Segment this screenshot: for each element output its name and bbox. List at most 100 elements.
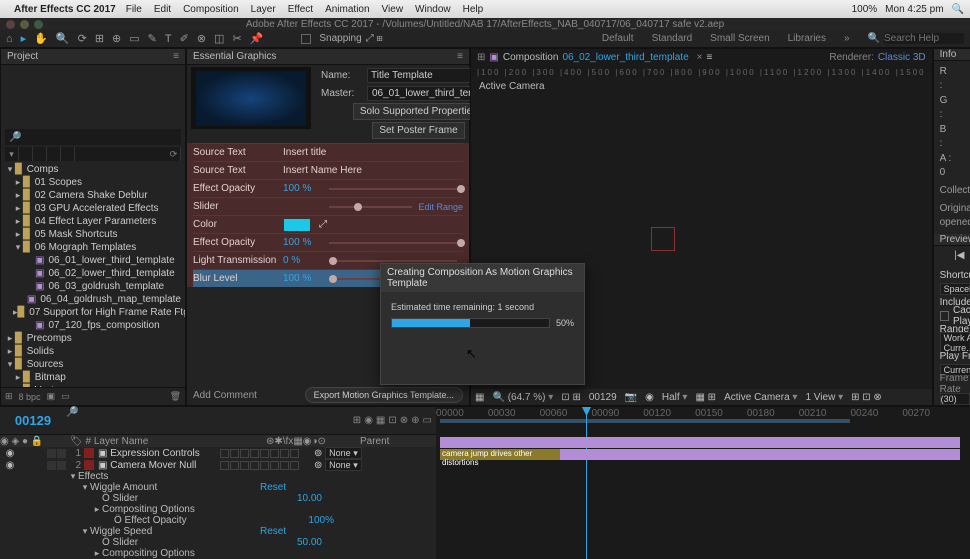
view-options-icon[interactable]: ▦ ⊞: [695, 392, 716, 403]
shape-tool-icon[interactable]: ▭: [129, 32, 139, 45]
menu-file[interactable]: File: [126, 4, 142, 15]
menu-layer[interactable]: Layer: [251, 4, 276, 15]
current-time-indicator[interactable]: [586, 407, 587, 559]
eg-add-comment[interactable]: Add Comment: [193, 390, 257, 401]
camera-tool-icon[interactable]: ⊞: [95, 32, 104, 45]
tree-item[interactable]: ▸▉Bitmap: [3, 371, 183, 384]
ws-libraries[interactable]: Libraries: [788, 33, 826, 44]
tree-item[interactable]: ▾▉Comps: [3, 163, 183, 176]
comp-tab-name[interactable]: 06_02_lower_third_template: [562, 52, 688, 63]
res-dropdown[interactable]: ⊡ ⊞: [561, 392, 581, 403]
ws-overflow-icon[interactable]: »: [844, 33, 850, 44]
timecode-display[interactable]: 00129: [589, 392, 617, 403]
eg-solo-button[interactable]: Solo Supported Properties: [353, 103, 484, 120]
rotate-tool-icon[interactable]: ⟳: [78, 32, 87, 45]
layer-marker[interactable]: camera jump drives other distortions: [440, 449, 560, 460]
flow-icon[interactable]: ⊞: [477, 52, 485, 63]
ws-standard[interactable]: Standard: [652, 33, 693, 44]
timeline-property-row[interactable]: Ö Slider10.00: [0, 493, 436, 504]
tree-item[interactable]: ▣06_02_lower_third_template: [3, 267, 183, 280]
search-icon[interactable]: 🔍: [952, 4, 964, 15]
tree-item[interactable]: ▣06_03_goldrush_template: [3, 280, 183, 293]
menu-animation[interactable]: Animation: [325, 4, 369, 15]
type-tool-icon[interactable]: T: [165, 33, 172, 45]
new-comp-icon[interactable]: ▣: [47, 391, 56, 402]
timeline-property-row[interactable]: ▾Effects: [0, 471, 436, 482]
view-icons[interactable]: ⊞ ⊡ ⊗: [851, 392, 882, 403]
close-tab-icon[interactable]: ×: [697, 52, 703, 63]
search-help-input[interactable]: [884, 33, 964, 44]
menu-help[interactable]: Help: [463, 4, 484, 15]
tree-item[interactable]: ▣06_04_goldrush_map_template: [3, 293, 183, 306]
framerate-input[interactable]: [940, 393, 970, 405]
zoom-dropdown[interactable]: 🔍 (64.7 %) ▾: [492, 392, 553, 403]
tree-item[interactable]: ▣07_120_fps_composition: [3, 319, 183, 332]
tree-item[interactable]: ▸▉02 Camera Shake Deblur: [3, 189, 183, 202]
eraser-tool-icon[interactable]: ◫: [214, 32, 224, 45]
timeline-layer-row[interactable]: ◉1▣ Expression Controls⊚ None ▾: [0, 447, 436, 459]
hand-tool-icon[interactable]: ✋: [34, 32, 48, 45]
tree-item[interactable]: ▸▉Solids: [3, 345, 183, 358]
interpret-icon[interactable]: ⊞: [5, 391, 13, 402]
menu-effect[interactable]: Effect: [288, 4, 313, 15]
snapshot-icon[interactable]: 📷: [625, 392, 637, 403]
zoom-tool-icon[interactable]: 🔍: [56, 32, 70, 45]
first-frame-icon[interactable]: |◀: [954, 250, 964, 261]
timeline-property-row[interactable]: ▸Compositing Options: [0, 548, 436, 559]
menu-window[interactable]: Window: [415, 4, 451, 15]
menu-edit[interactable]: Edit: [154, 4, 171, 15]
home-icon[interactable]: ⌂: [6, 33, 13, 45]
timeline-property-row[interactable]: ▾Wiggle AmountReset: [0, 482, 436, 493]
cache-checkbox[interactable]: [940, 311, 949, 321]
snapping-toggle[interactable]: Snapping ⤢ ⊞: [301, 33, 382, 44]
tree-item[interactable]: ▸▉04 Effect Layer Parameters: [3, 215, 183, 228]
project-filters[interactable]: ▾⟳: [5, 147, 181, 161]
menu-view[interactable]: View: [382, 4, 404, 15]
eg-property-row[interactable]: Effect Opacity100 %: [193, 179, 463, 197]
tree-item[interactable]: ▸▉01 Scopes: [3, 176, 183, 189]
pen-tool-icon[interactable]: ✎: [148, 32, 157, 45]
timeline-switches[interactable]: ⊞◉▦⊡⊗⊕▭: [316, 407, 436, 434]
timeline-property-row[interactable]: Ö Effect Opacity100%: [0, 515, 436, 526]
timeline-ruler[interactable]: 0000000030000600009000120001500018000210…: [436, 407, 970, 419]
project-search[interactable]: 🔎: [5, 129, 181, 145]
renderer-value[interactable]: Classic 3D: [878, 52, 926, 63]
panel-menu-icon[interactable]: ≡: [173, 51, 179, 62]
tree-item[interactable]: ▸▉07 Support for High Frame Rate Ftg: [3, 306, 183, 319]
preview-controls[interactable]: |◀ ◀| ▶ |▶ ▶|: [934, 246, 970, 265]
timecode[interactable]: 00129: [15, 413, 51, 428]
timeline-graph[interactable]: 0000000030000600009000120001500018000210…: [436, 407, 970, 559]
project-tree[interactable]: ▾▉Comps▸▉01 Scopes▸▉02 Camera Shake Debl…: [1, 161, 185, 387]
trash-icon[interactable]: 🗑: [170, 391, 181, 402]
panel-menu-icon[interactable]: ≡: [457, 51, 463, 62]
tree-item[interactable]: ▾▉Sources: [3, 358, 183, 371]
channel-icon[interactable]: ◉: [645, 392, 654, 403]
roto-tool-icon[interactable]: ✂: [232, 32, 241, 45]
eg-property-row[interactable]: Color⤢: [193, 215, 463, 233]
timeline-property-row[interactable]: ▸Compositing Options: [0, 504, 436, 515]
tree-item[interactable]: ▾▉06 Mograph Templates: [3, 241, 183, 254]
selection-tool-icon[interactable]: ▸: [21, 32, 27, 45]
tree-item[interactable]: ▸▉05 Mask Shortcuts: [3, 228, 183, 241]
traffic-lights[interactable]: [6, 20, 43, 29]
timeline-search[interactable]: 🔎: [66, 407, 316, 434]
new-folder-icon[interactable]: ▭: [61, 391, 70, 402]
app-name[interactable]: After Effects CC 2017: [14, 4, 116, 15]
ws-default[interactable]: Default: [602, 33, 634, 44]
eg-property-row[interactable]: Source Text: [193, 143, 463, 161]
tree-item[interactable]: ▸▉Precomps: [3, 332, 183, 345]
camera-dropdown[interactable]: Active Camera ▾: [724, 392, 797, 403]
search-help[interactable]: 🔍: [868, 33, 964, 44]
ws-small[interactable]: Small Screen: [710, 33, 769, 44]
eg-export-button[interactable]: Export Motion Graphics Template...: [305, 387, 463, 403]
views-dropdown[interactable]: 1 View ▾: [805, 392, 843, 403]
resolution-dropdown[interactable]: Half ▾: [662, 392, 688, 403]
timeline-layer-row[interactable]: ◉2▣ Camera Mover Null⊚ None ▾: [0, 459, 436, 471]
tree-item[interactable]: ▸▉03 GPU Accelerated Effects: [3, 202, 183, 215]
eg-poster-button[interactable]: Set Poster Frame: [372, 122, 464, 139]
menu-composition[interactable]: Composition: [183, 4, 239, 15]
tree-item[interactable]: ▣06_01_lower_third_template: [3, 254, 183, 267]
shortcut-dropdown[interactable]: Spacebar: [940, 283, 970, 295]
timeline-property-row[interactable]: Ö Slider50.00: [0, 537, 436, 548]
clone-tool-icon[interactable]: ⊗: [197, 32, 206, 45]
